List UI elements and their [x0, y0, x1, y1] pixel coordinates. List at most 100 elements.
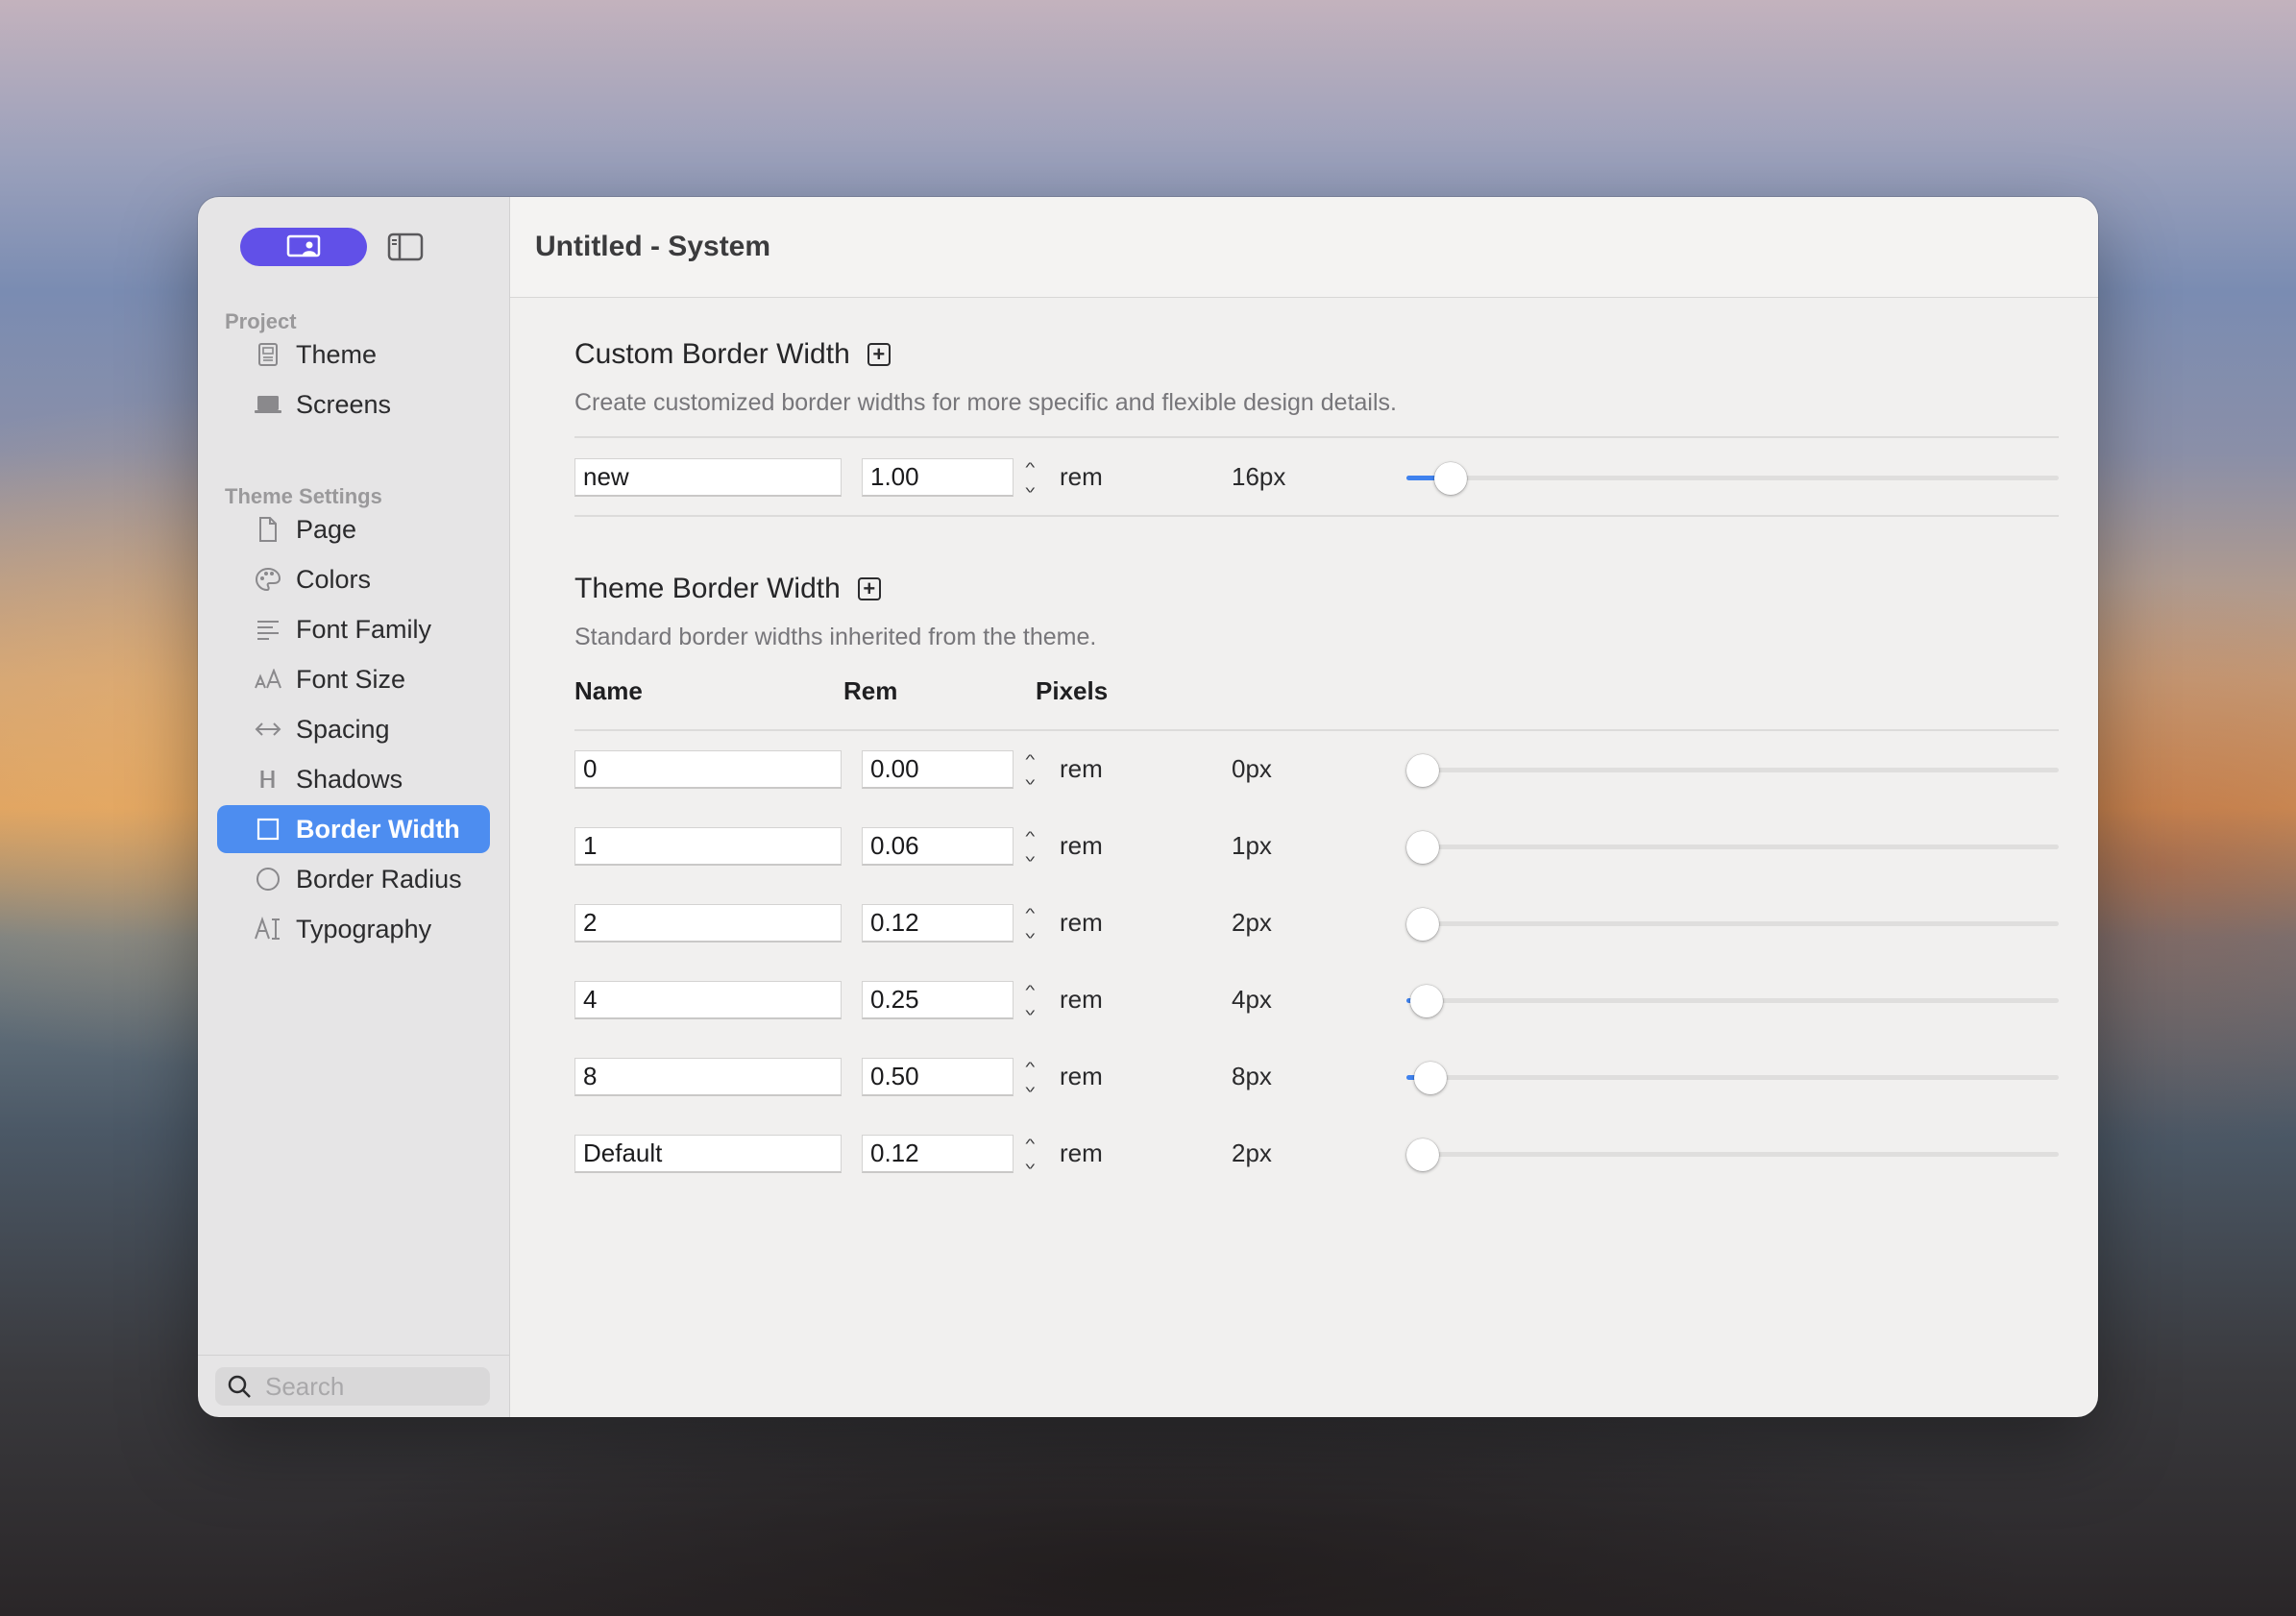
rem-stepper[interactable]: ^ ^ — [1018, 1135, 1041, 1173]
sidebar-item-label: Font Size — [296, 664, 406, 694]
chevron-down-icon[interactable]: ^ — [1025, 848, 1035, 866]
slider-knob[interactable] — [1406, 754, 1439, 787]
sidebar-item-colors[interactable]: Colors — [217, 555, 490, 603]
theme-border-width-row: ^^rem0px — [574, 750, 2059, 793]
sidebar-item-border-radius[interactable]: Border Radius — [217, 855, 490, 903]
chevron-down-icon[interactable]: ^ — [1025, 1156, 1035, 1173]
unit-label: rem — [1060, 754, 1103, 783]
divider — [574, 729, 2059, 731]
sidebar-item-typography[interactable]: Typography — [217, 905, 490, 953]
sidebar-item-theme[interactable]: Theme — [217, 331, 490, 379]
border-width-slider[interactable] — [1406, 750, 2059, 789]
border-width-slider[interactable] — [1406, 981, 2059, 1019]
name-field[interactable] — [574, 981, 842, 1019]
slider-knob[interactable] — [1406, 908, 1439, 941]
rem-stepper[interactable]: ^ ^ — [1018, 827, 1041, 866]
window-title: Untitled - System — [535, 231, 771, 262]
sidebar-item-label: Page — [296, 514, 357, 544]
sidebar-item-label: Font Family — [296, 614, 432, 644]
slider-knob[interactable] — [1434, 462, 1468, 495]
chevron-up-icon[interactable]: ^ — [1025, 750, 1035, 768]
name-field[interactable] — [574, 904, 842, 943]
slider-track — [1406, 845, 2059, 849]
slider-knob[interactable] — [1409, 985, 1443, 1017]
sidebar-item-screens[interactable]: Screens — [217, 380, 490, 428]
chevron-up-icon[interactable]: ^ — [1025, 904, 1035, 921]
sidebar: Project Theme Screens Theme Settings Pag… — [198, 197, 510, 1417]
divider — [574, 515, 2059, 517]
sidebar-item-border-width[interactable]: Border Width — [217, 805, 490, 853]
rem-field[interactable] — [862, 458, 1014, 497]
theme-border-width-row: ^^rem1px — [574, 827, 2059, 869]
border-width-slider[interactable] — [1406, 1058, 2059, 1096]
sidebar-search — [215, 1367, 490, 1406]
unit-label: rem — [1060, 1062, 1103, 1090]
slider-track — [1406, 1075, 2059, 1080]
column-header-pixels: Pixels — [1036, 676, 1109, 705]
rem-field[interactable] — [862, 904, 1014, 943]
preview-mode-icon — [286, 234, 321, 257]
name-field[interactable] — [574, 750, 842, 789]
chevron-down-icon[interactable]: ^ — [1025, 1002, 1035, 1019]
theme-doc-icon — [254, 340, 282, 369]
sidebar-item-font-family[interactable]: Font Family — [217, 605, 490, 653]
border-width-slider[interactable] — [1406, 827, 2059, 866]
slider-knob[interactable] — [1406, 1139, 1439, 1171]
chevron-up-icon[interactable]: ^ — [1025, 981, 1035, 998]
pixels-value: 8px — [1232, 1062, 1272, 1090]
slider-knob[interactable] — [1406, 831, 1439, 864]
theme-border-width-row: ^^rem4px — [574, 981, 2059, 1023]
rem-field[interactable] — [862, 750, 1014, 789]
slider-track — [1406, 768, 2059, 772]
rem-field[interactable] — [862, 981, 1014, 1019]
rem-field[interactable] — [862, 1135, 1014, 1173]
chevron-up-icon[interactable]: ^ — [1025, 1135, 1035, 1152]
name-field[interactable] — [574, 827, 842, 866]
sidebar-item-label: Shadows — [296, 764, 403, 794]
custom-section-header: Custom Border Width + — [574, 338, 891, 371]
divider — [574, 436, 2059, 438]
slider-track — [1406, 921, 2059, 926]
add-theme-border-width-button[interactable]: + — [857, 577, 881, 600]
slider-knob[interactable] — [1413, 1062, 1447, 1094]
pixels-value: 16px — [1232, 462, 1286, 491]
rem-field[interactable] — [862, 827, 1014, 866]
add-custom-border-width-button[interactable]: + — [867, 343, 891, 366]
sidebar-item-font-size[interactable]: Font Size — [217, 655, 490, 703]
design-mode-button[interactable] — [240, 228, 367, 266]
sidebar-item-label: Border Width — [296, 814, 460, 844]
rem-stepper[interactable]: ^ ^ — [1018, 981, 1041, 1019]
chevron-up-icon[interactable]: ^ — [1025, 458, 1035, 476]
chevron-down-icon[interactable]: ^ — [1025, 771, 1035, 789]
chevron-down-icon[interactable]: ^ — [1025, 925, 1035, 943]
spacing-icon — [254, 715, 282, 744]
sidebar-item-label: Typography — [296, 914, 432, 943]
chevron-down-icon[interactable]: ^ — [1025, 479, 1035, 497]
palette-icon — [254, 565, 282, 594]
name-field[interactable] — [574, 1058, 842, 1096]
border-width-slider[interactable] — [1406, 1135, 2059, 1173]
slider-track — [1406, 998, 2059, 1003]
search-input[interactable] — [263, 1370, 478, 1403]
theme-section-title: Theme Border Width — [574, 573, 841, 604]
sidebar-item-label: Screens — [296, 389, 392, 419]
chevron-up-icon[interactable]: ^ — [1025, 1058, 1035, 1075]
rem-field[interactable] — [862, 1058, 1014, 1096]
shadows-icon — [254, 765, 282, 794]
rem-stepper[interactable]: ^ ^ — [1018, 458, 1041, 497]
border-width-slider[interactable] — [1406, 458, 2059, 497]
sidebar-item-label: Spacing — [296, 714, 390, 744]
rem-stepper[interactable]: ^ ^ — [1018, 750, 1041, 789]
chevron-down-icon[interactable]: ^ — [1025, 1079, 1035, 1096]
sidebar-toggle-button[interactable] — [386, 232, 425, 262]
border-width-slider[interactable] — [1406, 904, 2059, 943]
rem-stepper[interactable]: ^ ^ — [1018, 904, 1041, 943]
sidebar-item-page[interactable]: Page — [217, 505, 490, 553]
main-panel: Untitled - System Custom Border Width + … — [510, 197, 2098, 1417]
rem-stepper[interactable]: ^ ^ — [1018, 1058, 1041, 1096]
sidebar-item-spacing[interactable]: Spacing — [217, 705, 490, 753]
name-field[interactable] — [574, 458, 842, 497]
chevron-up-icon[interactable]: ^ — [1025, 827, 1035, 845]
name-field[interactable] — [574, 1135, 842, 1173]
sidebar-item-shadows[interactable]: Shadows — [217, 755, 490, 803]
